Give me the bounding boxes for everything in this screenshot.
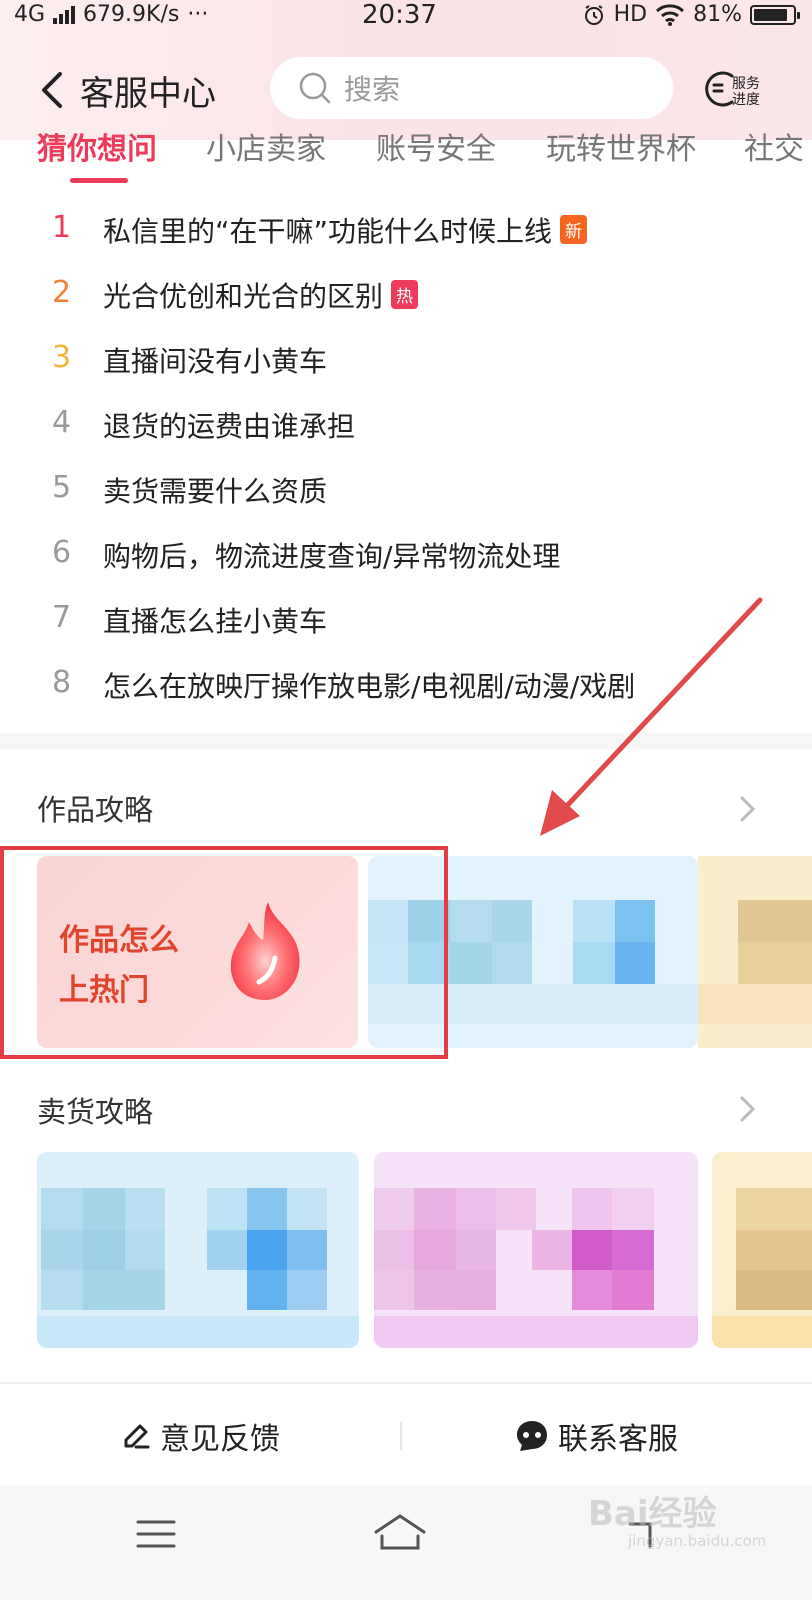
question-number: 8	[52, 665, 72, 700]
search-bar[interactable]	[270, 57, 673, 121]
tab-account-security[interactable]: 账号安全	[376, 126, 496, 168]
question-text: 购物后，物流进度查询/异常物流处理	[103, 540, 561, 573]
question-text: 怎么在放映厅操作放电影/电视剧/动漫/戏剧	[103, 670, 636, 703]
hd-indicator: HD	[613, 2, 648, 27]
clock: 20:37	[362, 0, 437, 30]
list-item[interactable]: 2 光合优创和光合的区别热	[0, 265, 812, 321]
question-text: 卖货需要什么资质	[103, 475, 328, 508]
list-item[interactable]: 8 怎么在放映厅操作放电影/电视剧/动漫/戏剧	[0, 655, 812, 711]
status-left: 4G 679.9K/s ···	[14, 2, 208, 27]
chevron-right-icon[interactable]	[738, 1094, 758, 1124]
contact-support-label: 联系客服	[558, 1422, 678, 1457]
selling-guide-title: 卖货攻略	[37, 1095, 154, 1129]
service-progress-label-line1: 服务	[732, 76, 760, 92]
bottom-action-bar: 意见反馈 联系客服	[0, 1384, 812, 1486]
service-progress-label-line2: 进度	[732, 92, 760, 108]
network-speed: 679.9K/s	[83, 2, 180, 27]
status-bar: 4G 679.9K/s ··· 20:37 HD 81%	[0, 0, 812, 30]
menu-icon[interactable]	[136, 1518, 176, 1550]
question-text: 直播怎么挂小黄车	[103, 605, 328, 638]
selling-card-blurred-3[interactable]	[712, 1152, 812, 1348]
wifi-icon	[656, 3, 685, 26]
category-tabs: 猜你想问 小店卖家 账号安全 玩转世界杯 社交	[0, 126, 812, 186]
hot-badge: 热	[391, 280, 419, 309]
question-number: 6	[52, 535, 72, 570]
list-item[interactable]: 6 购物后，物流进度查询/异常物流处理	[0, 525, 812, 581]
tab-social[interactable]: 社交	[744, 126, 804, 168]
watermark-text: Bai经验	[588, 1494, 717, 1534]
list-item[interactable]: 4 退货的运费由谁承担	[0, 395, 812, 451]
search-input[interactable]	[342, 57, 646, 121]
new-badge: 新	[560, 215, 588, 244]
active-tab-indicator	[70, 178, 128, 183]
contact-support-button[interactable]: 联系客服	[514, 1414, 678, 1458]
network-type: 4G	[14, 2, 46, 27]
service-progress-button[interactable]: 服务 进度	[704, 66, 778, 116]
battery-percent: 81%	[693, 2, 742, 27]
works-card-blurred-2[interactable]	[698, 856, 812, 1048]
alarm-icon	[584, 4, 603, 25]
bottom-bar-divider	[400, 1422, 402, 1450]
question-text: 直播间没有小黄车	[103, 345, 328, 378]
question-text: 退货的运费由谁承担	[103, 410, 356, 443]
question-text: 光合优创和光合的区别热	[103, 275, 419, 315]
chevron-right-icon[interactable]	[738, 794, 758, 824]
list-item[interactable]: 5 卖货需要什么资质	[0, 460, 812, 516]
question-number: 3	[52, 340, 72, 375]
battery-icon	[750, 4, 800, 25]
question-number: 5	[52, 470, 72, 505]
baidu-jingyan-watermark: Bai经验 jingyan.baidu.com	[588, 1482, 798, 1562]
more-dots: ···	[187, 2, 209, 27]
works-guide-title: 作品攻略	[37, 793, 154, 827]
question-label: 光合优创和光合的区别	[103, 280, 384, 313]
section-divider	[0, 733, 812, 749]
edit-icon	[124, 1424, 150, 1449]
question-label: 私信里的“在干嘛”功能什么时候上线	[103, 215, 553, 248]
highlight-annotation-box	[0, 846, 448, 1059]
selling-card-blurred-1[interactable]	[37, 1152, 359, 1348]
list-item[interactable]: 7 直播怎么挂小黄车	[0, 590, 812, 646]
feedback-button[interactable]: 意见反馈	[120, 1414, 280, 1458]
feedback-label: 意见反馈	[160, 1422, 280, 1457]
list-item[interactable]: 1 私信里的“在干嘛”功能什么时候上线新	[0, 200, 812, 256]
watermark-subtext: jingyan.baidu.com	[628, 1532, 767, 1550]
list-item[interactable]: 3 直播间没有小黄车	[0, 330, 812, 386]
question-number: 1	[52, 210, 72, 245]
service-progress-label: 服务 进度	[732, 76, 772, 108]
tab-shop-seller[interactable]: 小店卖家	[206, 126, 326, 168]
tab-world-cup[interactable]: 玩转世界杯	[546, 126, 696, 168]
tab-guess[interactable]: 猜你想问	[37, 126, 157, 168]
chat-bubble-icon	[517, 1421, 547, 1451]
status-right: HD 81%	[582, 2, 800, 27]
page-title: 客服中心	[80, 74, 216, 114]
question-text: 私信里的“在干嘛”功能什么时候上线新	[103, 210, 588, 250]
back-arrow-icon[interactable]	[38, 70, 68, 110]
home-icon[interactable]	[372, 1512, 428, 1552]
selling-card-blurred-2[interactable]	[374, 1152, 698, 1348]
question-number: 2	[52, 275, 72, 310]
question-number: 4	[52, 405, 72, 440]
search-icon	[299, 72, 331, 104]
signal-icon	[53, 5, 76, 24]
question-number: 7	[52, 600, 72, 635]
